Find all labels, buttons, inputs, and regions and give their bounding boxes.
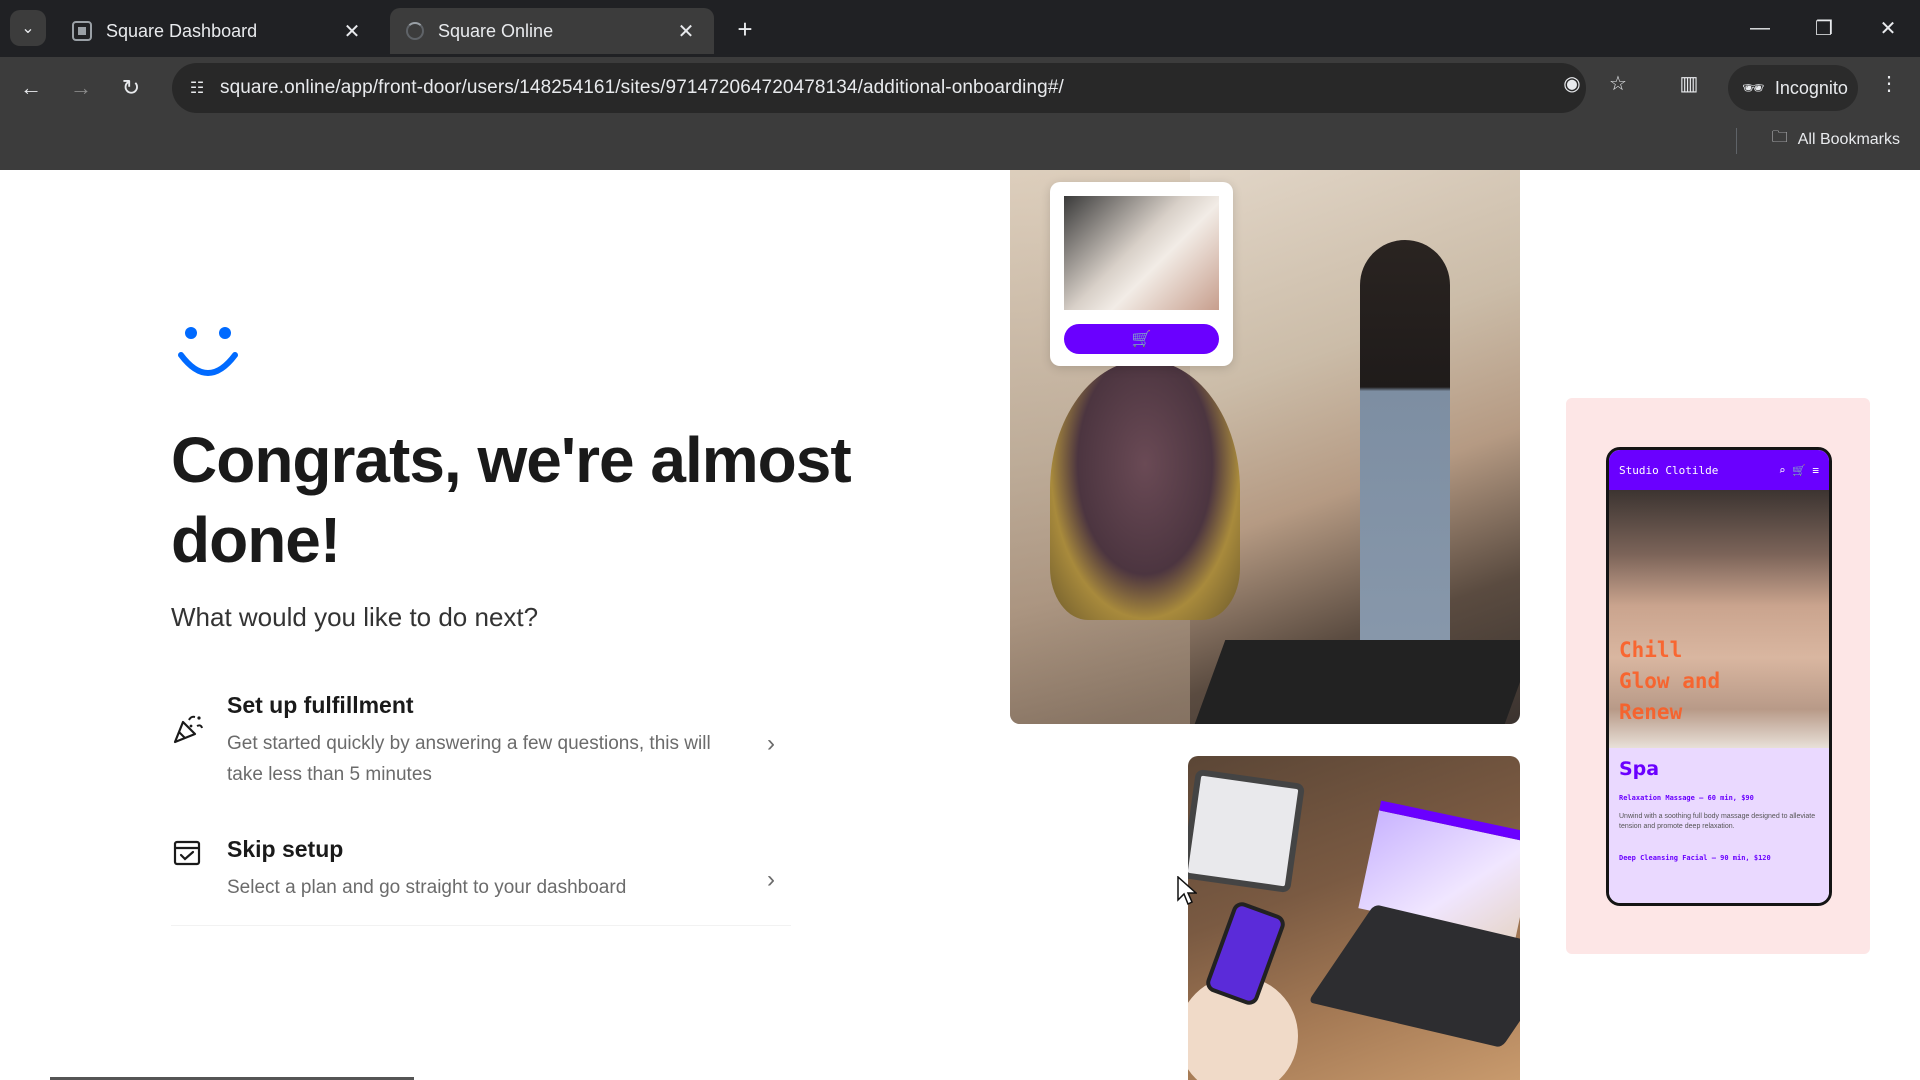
reload-icon: ↻ bbox=[121, 75, 141, 100]
option-title: Set up fulfillment bbox=[227, 692, 414, 718]
tab-strip: ⌄ Square Dashboard ✕ Square Online ✕ + —… bbox=[0, 0, 1920, 57]
incognito-label: Incognito bbox=[1774, 77, 1848, 98]
mockup-service-2: Deep Cleansing Facial — 90 min, $120 bbox=[1619, 854, 1771, 862]
browser-chrome: ⌄ Square Dashboard ✕ Square Online ✕ + —… bbox=[0, 0, 1920, 170]
tab-title: Square Dashboard bbox=[106, 20, 258, 41]
plus-icon: + bbox=[737, 13, 753, 44]
laptop-photo bbox=[1188, 756, 1520, 1080]
tab-search-button[interactable]: ⌄ bbox=[10, 10, 46, 46]
cart-icon: 🛒 bbox=[1131, 331, 1152, 348]
restore-button[interactable]: ❐ bbox=[1804, 10, 1844, 46]
close-icon[interactable]: ✕ bbox=[674, 19, 698, 43]
product-photo bbox=[1064, 196, 1219, 310]
option-description: Get started quickly by answering a few q… bbox=[227, 733, 711, 785]
new-tab-button[interactable]: + bbox=[730, 14, 760, 44]
close-window-button[interactable]: ✕ bbox=[1868, 10, 1908, 46]
menu-kebab-icon[interactable]: ⋮ bbox=[1875, 69, 1903, 97]
calendar-check-icon bbox=[173, 840, 201, 866]
side-panel-icon[interactable]: ▥ bbox=[1675, 69, 1703, 97]
arrow-right-icon: → bbox=[70, 75, 92, 100]
mockup-header: Studio Clotilde ⌕ 🛒 ≡ bbox=[1609, 450, 1829, 490]
tracking-protection-icon[interactable]: ◉ bbox=[1558, 69, 1586, 97]
mouse-cursor-icon bbox=[1177, 876, 1197, 906]
incognito-icon: 🕶 bbox=[1742, 77, 1765, 98]
page-subtitle: What would you like to do next? bbox=[171, 602, 539, 632]
page-title: Congrats, we're almost done! bbox=[171, 424, 852, 576]
product-card: 🛒 bbox=[1050, 182, 1233, 366]
skip-setup-option[interactable]: Skip setup Select a plan and go straight… bbox=[171, 836, 791, 916]
bookmarks-label: All Bookmarks bbox=[1797, 130, 1900, 148]
option-description: Select a plan and go straight to your da… bbox=[227, 877, 627, 898]
phone-mockup: Studio Clotilde ⌕ 🛒 ≡ Chill Glow and Ren… bbox=[1606, 447, 1832, 906]
mockup-body: Spa Relaxation Massage — 60 min, $90 Unw… bbox=[1609, 748, 1829, 903]
minimize-button[interactable]: — bbox=[1740, 10, 1780, 46]
page-content: Congrats, we're almost done! What would … bbox=[0, 170, 1920, 1080]
url-text[interactable]: square.online/app/front-door/users/14825… bbox=[220, 77, 1064, 99]
mockup-section-title: Spa bbox=[1619, 758, 1660, 780]
folder-icon: 🗀 bbox=[1771, 129, 1788, 146]
chevron-right-icon: › bbox=[767, 730, 775, 757]
mockup-service-1: Relaxation Massage — 60 min, $90 bbox=[1619, 794, 1754, 802]
mockup-service-1-desc: Unwind with a soothing full body massage… bbox=[1619, 813, 1816, 830]
mockup-header-icons: ⌕ 🛒 ≡ bbox=[1778, 463, 1819, 477]
site-settings-icon[interactable]: ☷ bbox=[182, 73, 212, 103]
smile-logo-icon bbox=[178, 327, 238, 376]
forward-button[interactable]: → bbox=[64, 71, 98, 105]
loading-spinner-icon bbox=[406, 22, 424, 40]
minimize-icon: — bbox=[1750, 16, 1770, 39]
back-button[interactable]: ← bbox=[14, 71, 48, 105]
mockup-hero-text: Chill Glow and Renew bbox=[1619, 638, 1721, 724]
chevron-down-icon: ⌄ bbox=[21, 20, 35, 37]
salon-floor-mat bbox=[1194, 640, 1520, 724]
restore-icon: ❐ bbox=[1815, 17, 1833, 40]
option-title: Skip setup bbox=[227, 836, 344, 862]
add-to-cart-button: 🛒 bbox=[1064, 324, 1219, 354]
address-bar[interactable]: ☷ square.online/app/front-door/users/148… bbox=[172, 63, 1586, 113]
mockup-site-name: Studio Clotilde bbox=[1619, 463, 1719, 477]
browser-toolbar: ← → ↻ ☷ square.online/app/front-door/use… bbox=[0, 57, 1920, 119]
all-bookmarks-button[interactable]: 🗀 All Bookmarks bbox=[1772, 126, 1900, 153]
close-icon: ✕ bbox=[1879, 17, 1897, 40]
mockup-hero-photo: Chill Glow and Renew bbox=[1609, 490, 1829, 748]
arrow-left-icon: ← bbox=[20, 75, 42, 100]
bookmarks-divider bbox=[1736, 128, 1737, 154]
stylist-figure bbox=[1360, 240, 1450, 660]
close-icon[interactable]: ✕ bbox=[340, 19, 364, 43]
chevron-right-icon: › bbox=[767, 866, 775, 893]
tab-title: Square Online bbox=[438, 20, 554, 41]
divider bbox=[171, 925, 791, 926]
reload-button[interactable]: ↻ bbox=[114, 71, 148, 105]
square-logo-icon bbox=[72, 21, 92, 41]
setup-fulfillment-option[interactable]: Set up fulfillment Get started quickly b… bbox=[171, 692, 791, 792]
salon-chair bbox=[1050, 360, 1240, 620]
tab-square-dashboard[interactable]: Square Dashboard ✕ bbox=[56, 8, 380, 54]
star-bookmark-icon[interactable]: ☆ bbox=[1604, 69, 1632, 97]
party-popper-icon bbox=[173, 715, 203, 744]
tab-square-online[interactable]: Square Online ✕ bbox=[390, 8, 714, 54]
tablet-device bbox=[1188, 768, 1306, 894]
incognito-badge[interactable]: 🕶 Incognito bbox=[1728, 65, 1858, 111]
